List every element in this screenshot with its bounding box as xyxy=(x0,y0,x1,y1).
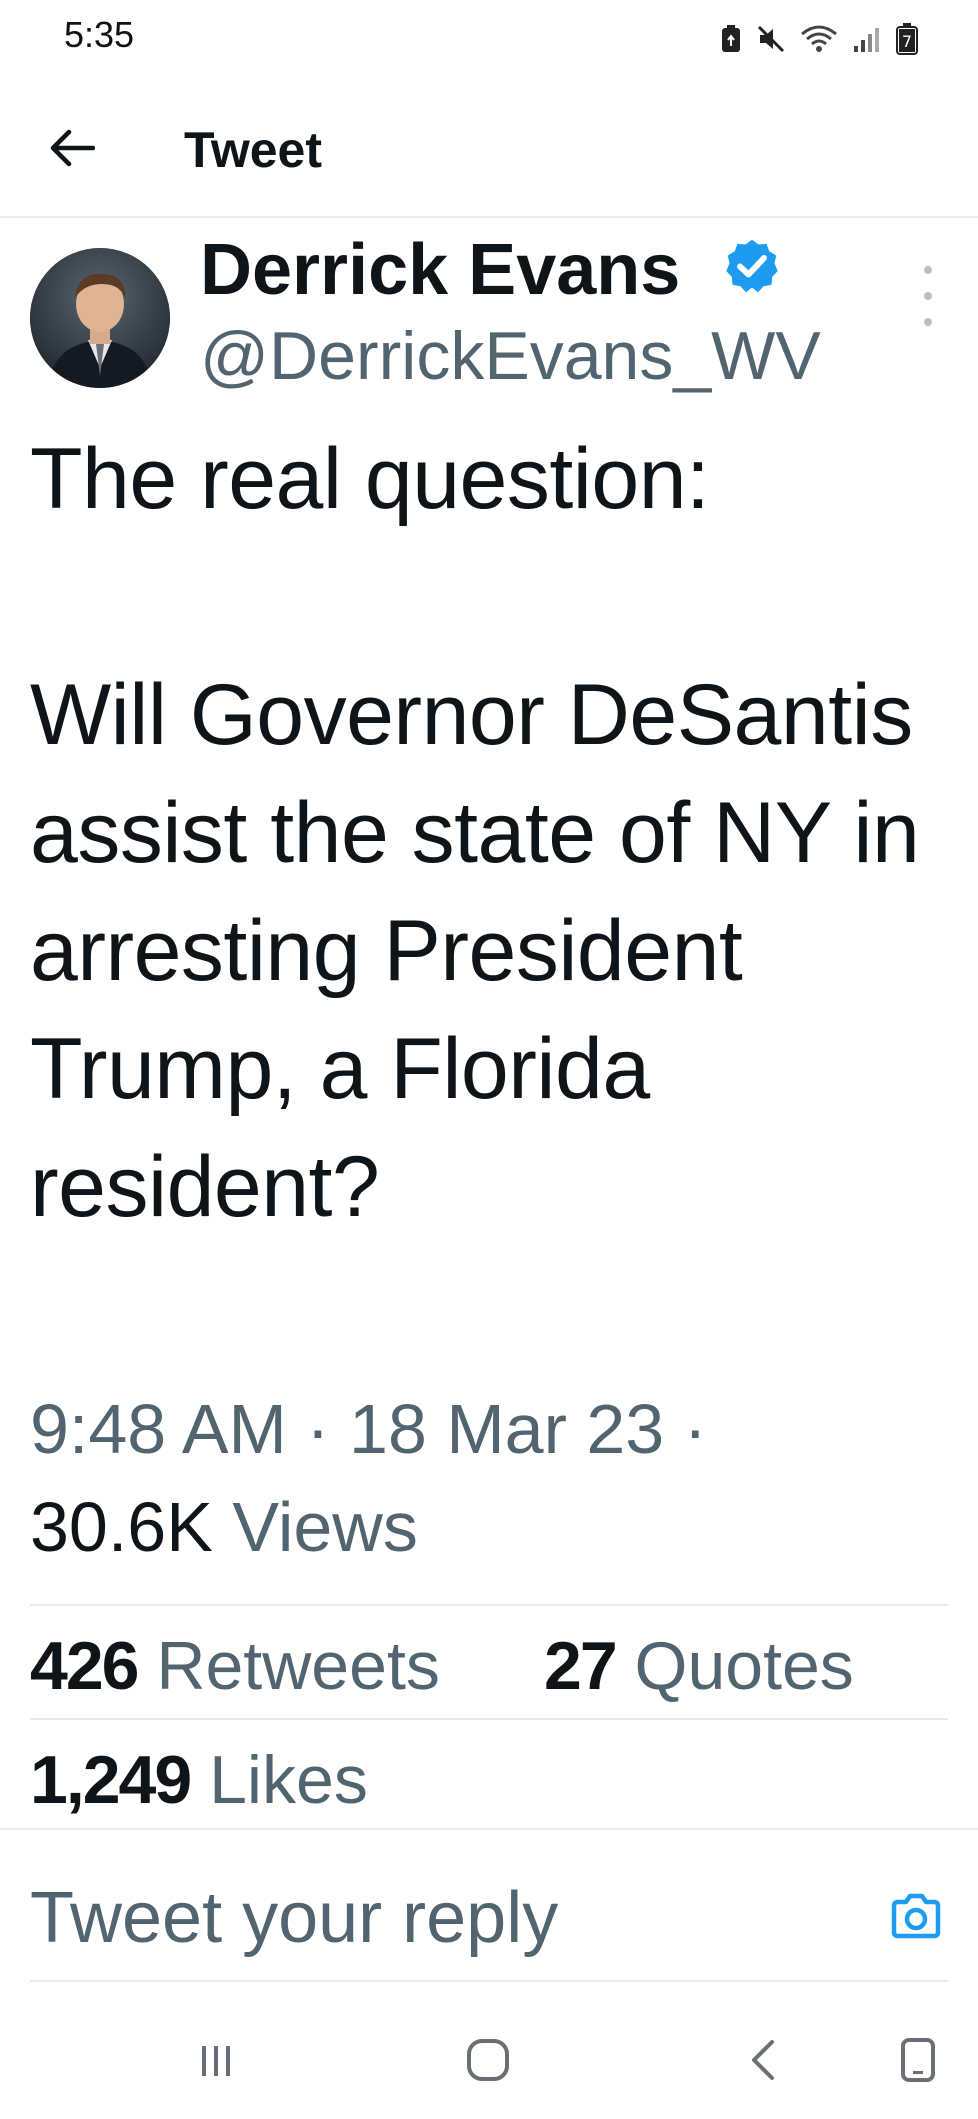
quotes-label: Quotes xyxy=(634,1628,854,1704)
views-count: 30.6K xyxy=(30,1488,213,1566)
reply-input[interactable] xyxy=(30,1868,850,1968)
divider xyxy=(30,1980,948,1982)
separator: · xyxy=(683,1390,707,1468)
status-icons: 7 xyxy=(720,22,918,56)
separator: · xyxy=(306,1390,330,1468)
screenshot-icon[interactable] xyxy=(888,2030,948,2090)
verified-badge-icon xyxy=(726,239,778,293)
header-divider xyxy=(0,216,978,218)
retweets-count: 426 xyxy=(30,1628,139,1704)
retweets-label: Retweets xyxy=(156,1628,440,1704)
likes-count: 1,249 xyxy=(30,1742,192,1818)
divider xyxy=(30,1718,948,1720)
wifi-icon xyxy=(801,25,837,52)
tweet-time: 9:48 AM xyxy=(30,1390,287,1468)
author-name[interactable]: Derrick Evans xyxy=(200,228,680,312)
divider xyxy=(30,1604,948,1606)
more-options-icon[interactable] xyxy=(910,266,946,326)
likes-label: Likes xyxy=(209,1742,368,1818)
quotes-count: 27 xyxy=(544,1628,618,1704)
battery-level: 7 xyxy=(902,32,912,51)
likes-stat[interactable]: 1,249 Likes xyxy=(30,1738,368,1822)
recent-apps-icon[interactable] xyxy=(186,2030,246,2090)
tweet-date: 18 Mar 23 xyxy=(349,1390,665,1468)
battery-icon: 7 xyxy=(896,23,918,55)
tweet-views[interactable]: 30.6K Views xyxy=(30,1482,418,1572)
views-label: Views xyxy=(232,1488,418,1566)
avatar-image xyxy=(30,248,170,388)
retweets-stat[interactable]: 426 Retweets xyxy=(30,1624,440,1708)
tweet-timestamp[interactable]: 9:48 AM · 18 Mar 23 · xyxy=(30,1384,707,1474)
camera-icon[interactable] xyxy=(888,1888,944,1944)
divider xyxy=(0,1828,978,1830)
author-handle[interactable]: @DerrickEvans_WV xyxy=(200,316,821,396)
home-icon[interactable] xyxy=(458,2030,518,2090)
back-icon[interactable] xyxy=(734,2030,794,2090)
battery-saver-icon xyxy=(722,25,740,52)
back-button[interactable] xyxy=(44,120,100,176)
mute-icon xyxy=(757,25,785,53)
quotes-stat[interactable]: 27 Quotes xyxy=(544,1624,854,1708)
system-nav-bar xyxy=(0,1996,978,2119)
page-title: Tweet xyxy=(184,122,322,178)
avatar[interactable] xyxy=(30,248,170,388)
status-time: 5:35 xyxy=(64,14,135,55)
tweet-text: The real question: Will Governor DeSanti… xyxy=(30,431,920,1235)
back-arrow-icon xyxy=(50,129,95,167)
signal-icon xyxy=(854,28,879,52)
